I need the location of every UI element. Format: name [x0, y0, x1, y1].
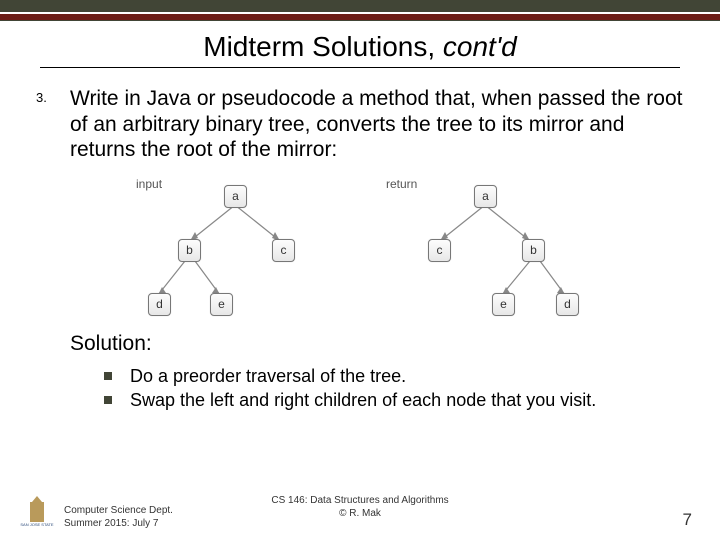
bullet-text: Do a preorder traversal of the tree.: [130, 364, 406, 388]
decor-bar-dark: [0, 0, 720, 12]
node-e2: e: [492, 293, 515, 316]
slide-body: 3. Write in Java or pseudocode a method …: [0, 72, 720, 412]
node-e: e: [210, 293, 233, 316]
question-row: 3. Write in Java or pseudocode a method …: [36, 86, 684, 163]
tree-diagram: input a b c d e return: [130, 177, 590, 322]
node-b2: b: [522, 239, 545, 262]
footer-course: CS 146: Data Structures and Algorithms: [271, 495, 448, 508]
decor-bar-red: [0, 12, 720, 21]
node-a2: a: [474, 185, 497, 208]
list-item: Do a preorder traversal of the tree.: [104, 364, 684, 388]
input-tree: input a b c d e: [130, 177, 340, 322]
footer-copyright: © R. Mak: [271, 508, 448, 521]
sjsu-logo: SAN JOSE STATE: [20, 502, 54, 530]
bullet-square-icon: [104, 396, 112, 404]
page-number: 7: [683, 510, 692, 530]
slide-title-italic: cont'd: [443, 31, 517, 62]
footer-date: Summer 2015: July 7: [64, 518, 173, 531]
footer-left-text: Computer Science Dept. Summer 2015: July…: [64, 505, 173, 530]
node-b: b: [178, 239, 201, 262]
title-underline: [40, 67, 680, 68]
question-number: 3.: [36, 86, 70, 105]
slide-title-main: Midterm Solutions,: [203, 31, 443, 62]
node-a: a: [224, 185, 247, 208]
question-text: Write in Java or pseudocode a method tha…: [70, 86, 684, 163]
node-c2: c: [428, 239, 451, 262]
footer-left: SAN JOSE STATE Computer Science Dept. Su…: [20, 502, 173, 530]
list-item: Swap the left and right children of each…: [104, 388, 684, 412]
slide-title-wrap: Midterm Solutions, cont'd: [0, 21, 720, 72]
footer-center: CS 146: Data Structures and Algorithms ©…: [271, 495, 448, 520]
slide: Midterm Solutions, cont'd 3. Write in Ja…: [0, 0, 720, 540]
solution-bullets: Do a preorder traversal of the tree. Swa…: [104, 364, 684, 413]
slide-footer: SAN JOSE STATE Computer Science Dept. Su…: [0, 502, 720, 530]
footer-dept: Computer Science Dept.: [64, 505, 173, 518]
slide-title: Midterm Solutions, cont'd: [203, 31, 516, 63]
solution-heading: Solution:: [70, 332, 684, 356]
return-tree: return a c b e d: [380, 177, 590, 322]
bullet-square-icon: [104, 372, 112, 380]
node-c: c: [272, 239, 295, 262]
node-d: d: [148, 293, 171, 316]
node-d2: d: [556, 293, 579, 316]
bullet-text: Swap the left and right children of each…: [130, 388, 596, 412]
